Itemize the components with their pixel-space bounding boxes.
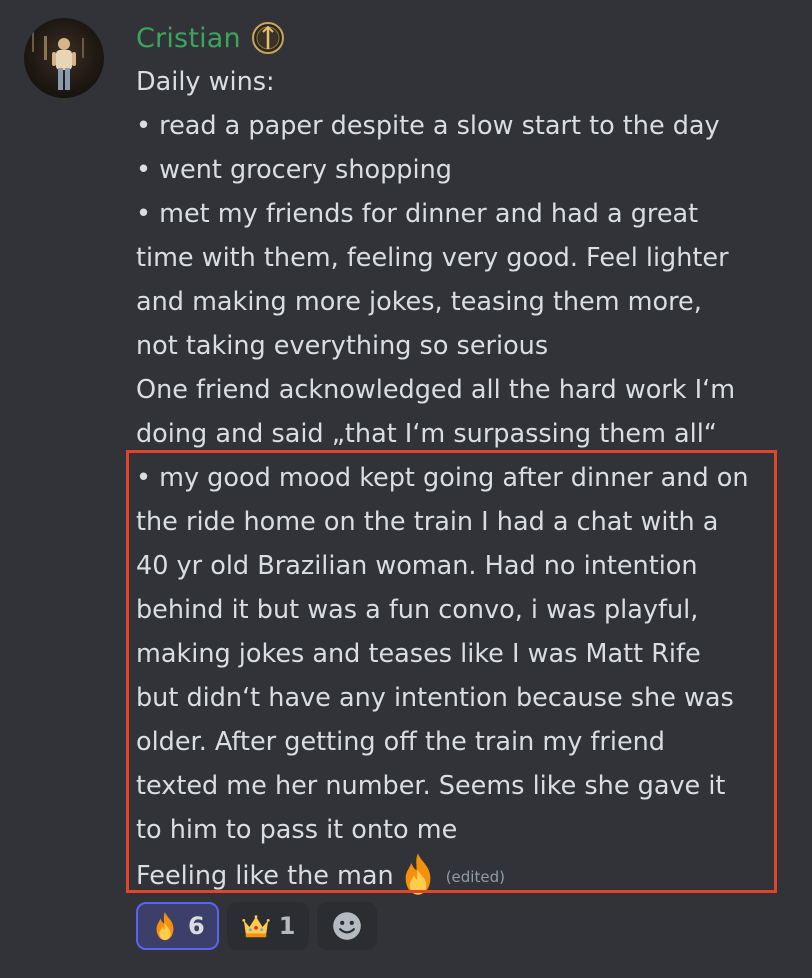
edited-label[interactable]: (edited) xyxy=(446,868,505,886)
message-line: but didn‘t have any intention because sh… xyxy=(136,683,734,713)
reaction-crown[interactable]: 1 xyxy=(226,902,310,950)
message-line: not taking everything so serious xyxy=(136,331,549,361)
message-line: to him to pass it onto me xyxy=(136,815,458,845)
message-line: • went grocery shopping xyxy=(136,155,452,185)
message-line: Daily wins: xyxy=(136,67,275,97)
message-line: making jokes and teases like I was Matt … xyxy=(136,639,701,669)
reaction-fire[interactable]: 6 xyxy=(136,902,219,950)
message-line: the ride home on the train I had a chat … xyxy=(136,507,719,537)
message-line: 40 yr old Brazilian woman. Had no intent… xyxy=(136,551,698,581)
message-line: doing and said „that I‘m surpassing them… xyxy=(136,419,718,449)
reaction-count: 6 xyxy=(188,912,205,940)
crown-emoji-icon xyxy=(241,911,271,941)
message-line: • met my friends for dinner and had a gr… xyxy=(136,199,699,229)
message-line: behind it but was a fun convo, i was pla… xyxy=(136,595,699,625)
message-line: and making more jokes, teasing them more… xyxy=(136,287,702,317)
add-reaction-button[interactable] xyxy=(317,902,378,950)
message-header: Cristian xyxy=(136,16,285,60)
message-line: Feeling like the man (edited) xyxy=(136,852,786,896)
message-line: One friend acknowledged all the hard wor… xyxy=(136,375,736,405)
username[interactable]: Cristian xyxy=(136,23,241,54)
message-line: • read a paper despite a slow start to t… xyxy=(136,111,720,141)
message-line: texted me her number. Seems like she gav… xyxy=(136,771,726,801)
smiley-icon xyxy=(330,909,364,943)
message-line: • my good mood kept going after dinner a… xyxy=(136,463,749,493)
message-line: older. After getting off the train my fr… xyxy=(136,727,665,757)
fire-emoji-icon xyxy=(396,852,440,896)
message-line-text: Feeling like the man xyxy=(136,861,394,891)
fire-emoji-icon xyxy=(150,911,180,941)
user-avatar[interactable] xyxy=(24,18,104,98)
message-content: Daily wins: • read a paper despite a slow… xyxy=(136,60,786,896)
role-badge-icon[interactable] xyxy=(251,21,285,55)
reactions-bar: 6 1 xyxy=(136,902,378,950)
reaction-count: 1 xyxy=(278,912,296,940)
message-line: time with them, feeling very good. Feel … xyxy=(136,243,729,273)
